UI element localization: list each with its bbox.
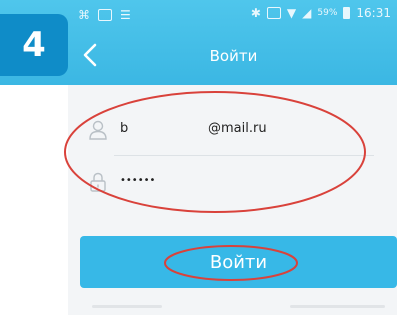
bluetooth-icon: ✱ bbox=[250, 6, 261, 20]
status-bar-right: ✱ ▼ ◢ 59% 16:31 bbox=[251, 6, 391, 20]
status-bar-left: ⌘ ☰ bbox=[78, 8, 131, 22]
login-button[interactable]: Войти bbox=[80, 236, 397, 288]
step-number-badge: 4 bbox=[0, 14, 68, 76]
user-icon bbox=[89, 120, 107, 140]
usb-icon: ⌘ bbox=[78, 8, 90, 22]
battery-percent: 59% bbox=[317, 8, 338, 18]
screen: ⌘ ☰ ✱ ▼ ◢ 59% 16:31 Войти 4 b @mail.ru •… bbox=[0, 0, 397, 315]
login-button-label: Войти bbox=[209, 251, 268, 273]
cell-signal-icon: ◢ bbox=[302, 6, 312, 20]
password-field[interactable]: •••••• bbox=[68, 159, 397, 205]
field-divider bbox=[114, 155, 374, 156]
screenshot-icon bbox=[98, 9, 112, 21]
password-value: •••••• bbox=[120, 175, 156, 186]
email-value-prefix: b bbox=[120, 121, 129, 136]
lock-icon bbox=[90, 172, 106, 192]
notification-icon: ☰ bbox=[120, 8, 131, 22]
battery-icon bbox=[343, 7, 351, 19]
wifi-icon: ▼ bbox=[286, 6, 297, 20]
vibrate-icon bbox=[266, 7, 281, 19]
email-field[interactable]: b @mail.ru bbox=[68, 107, 397, 153]
cropped-footer-links bbox=[80, 302, 397, 312]
email-value-domain: @mail.ru bbox=[208, 121, 267, 136]
status-time: 16:31 bbox=[356, 6, 391, 20]
